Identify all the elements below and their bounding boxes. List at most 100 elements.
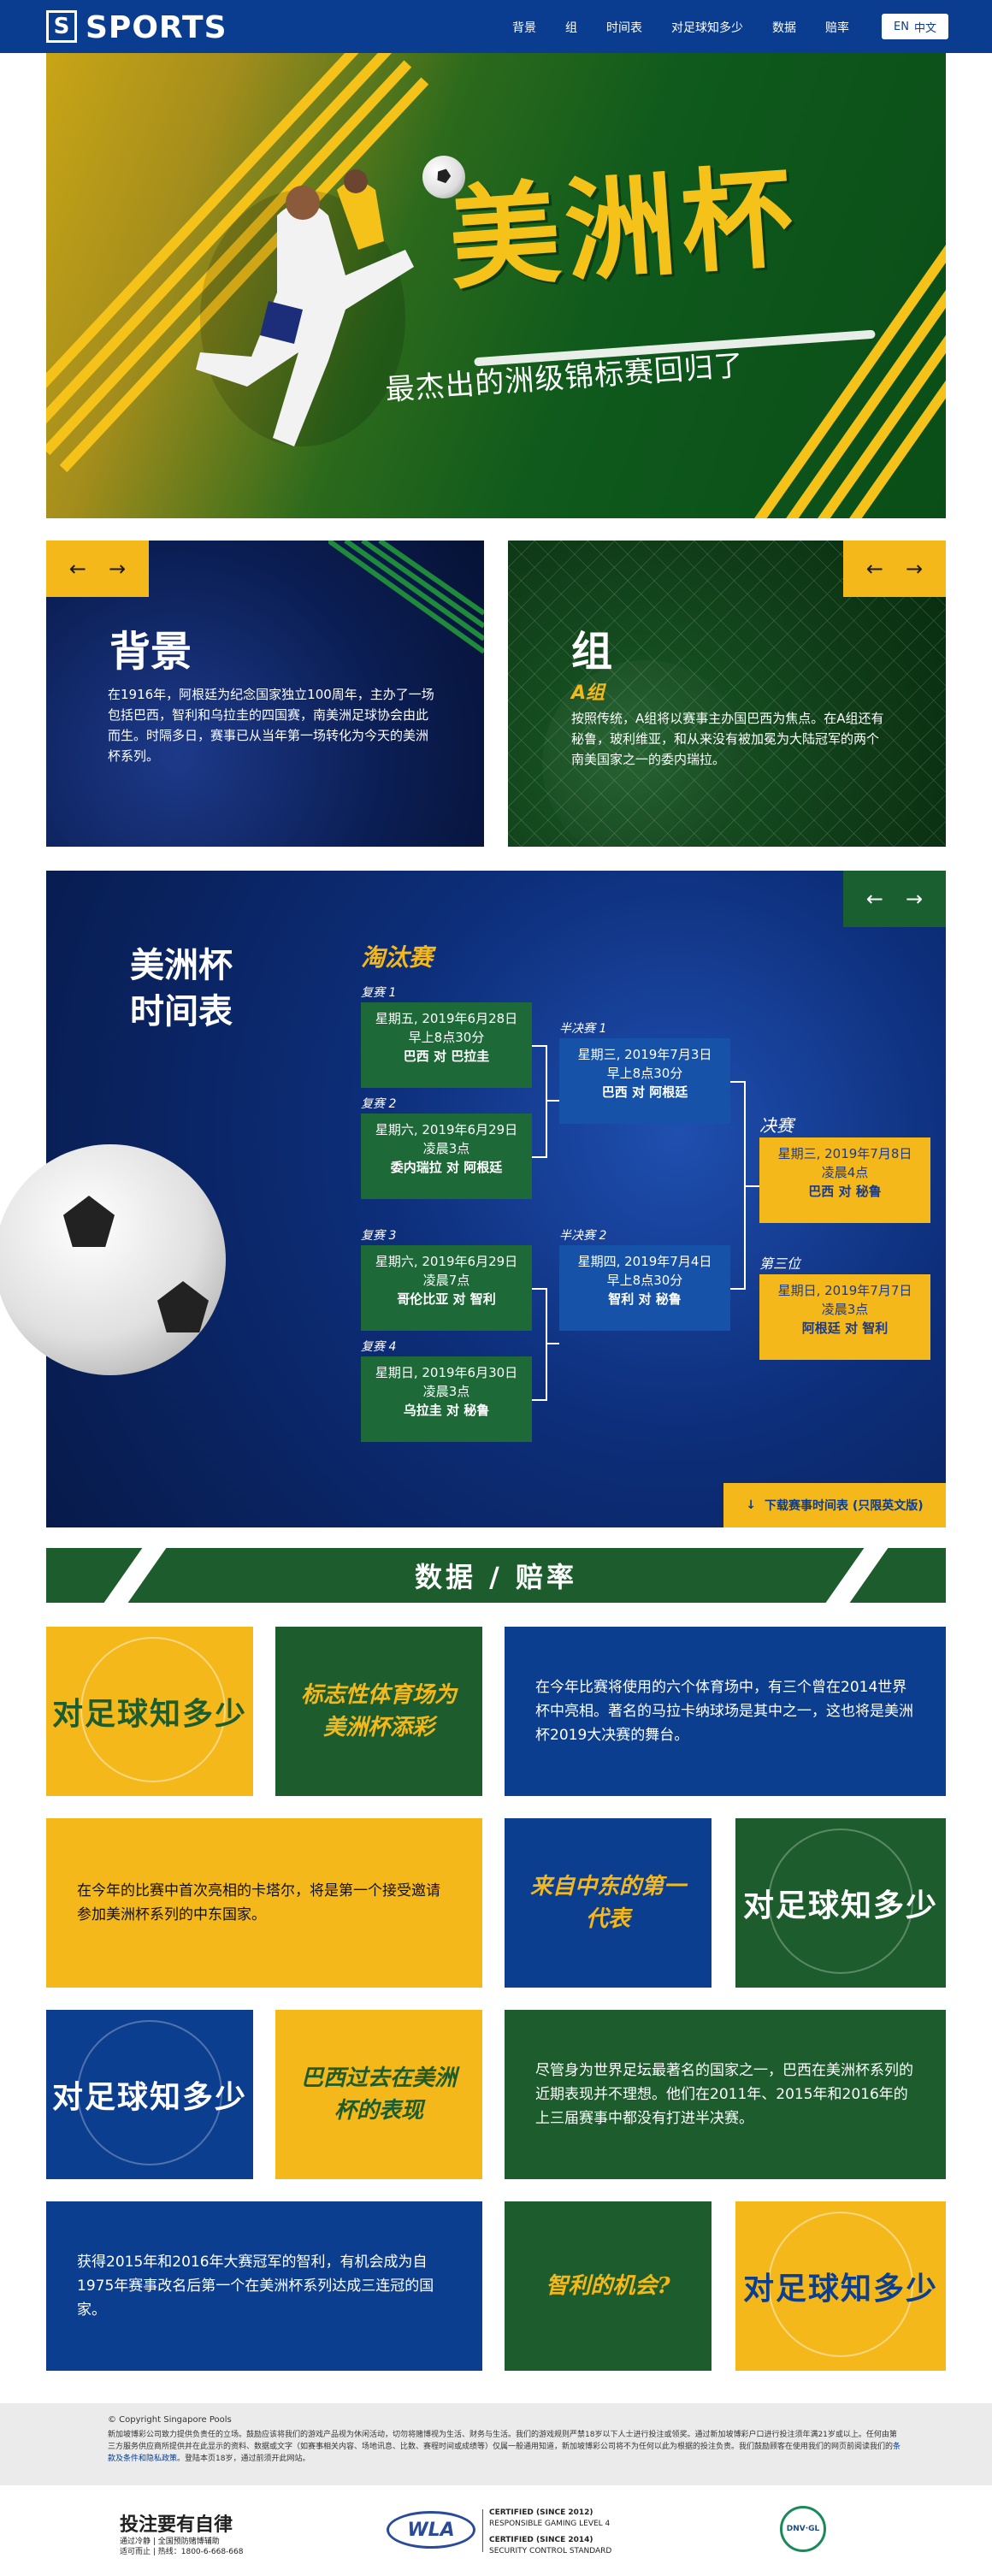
arrow-left-icon[interactable]: ← [69, 557, 86, 581]
chile-text-tile: 获得2015年和2016年大赛冠军的智利，有机会成为自1975年赛事改名后第一个… [46, 2201, 482, 2371]
nav-links: 背景 组 时间表 对足球知多少 数据 赔率 [498, 19, 864, 36]
schedule-title-line1: 美洲杯 [130, 945, 233, 985]
arrow-left-icon[interactable]: ← [866, 557, 883, 581]
nav-link-background[interactable]: 背景 [498, 19, 551, 36]
top-nav: S SPORTS 背景 组 时间表 对足球知多少 数据 赔率 EN 中文 [0, 0, 992, 53]
nav-link-schedule[interactable]: 时间表 [592, 19, 657, 36]
match-date: 星期五, 2019年6月28日 [375, 1011, 518, 1026]
stadium-title-tile: 标志性体育场为美洲杯添彩 [275, 1627, 482, 1796]
tile-title: 智利的机会? [546, 2273, 670, 2299]
lang-zh[interactable]: 中文 [914, 19, 936, 35]
carousel-arrows: ← → [843, 541, 946, 597]
tile-title: 标志性体育场为美洲杯添彩 [300, 1682, 457, 1740]
match-teams: 委内瑞拉 对 阿根廷 [390, 1160, 503, 1175]
chile-title-tile: 智利的机会? [505, 2201, 712, 2371]
arrow-left-icon[interactable]: ← [866, 887, 883, 911]
lang-en[interactable]: EN [894, 21, 909, 33]
match-date: 星期三, 2019年7月3日 [577, 1047, 712, 1062]
tile-title: 巴西过去在美洲杯的表现 [300, 2065, 457, 2124]
download-schedule-button[interactable]: ↓ 下载赛事时间表 (只限英文版) [723, 1483, 946, 1527]
middle-east-title-tile: 来自中东的第一代表 [505, 1818, 712, 1988]
banner-slash [103, 1548, 167, 1603]
round-label: 半决赛 1 [559, 1022, 607, 1036]
round-label: 复赛 3 [361, 1229, 397, 1243]
quiz-tile[interactable]: 对足球知多少 [46, 1627, 253, 1796]
match-time: 早上8点30分 [408, 1030, 485, 1045]
bracket-line [532, 1156, 546, 1158]
arrow-right-icon[interactable]: → [906, 887, 923, 911]
bracket-line [546, 1045, 547, 1158]
carousel-arrows: ← → [46, 541, 149, 597]
tile-text: 获得2015年和2016年大赛冠军的智利，有机会成为自1975年赛事改名后第一个… [77, 2254, 434, 2319]
stripes-decoration [328, 541, 484, 654]
bracket-line [730, 1081, 744, 1083]
schedule-title-line2: 时间表 [130, 991, 233, 1031]
nav-link-groups[interactable]: 组 [551, 19, 592, 36]
singapore-pools-logo-icon[interactable]: S [46, 10, 77, 43]
background-heading: 背景 [109, 628, 192, 676]
stadium-text-tile: 在今年比赛将使用的六个体育场中，有三个曾在2014世界杯中亮相。著名的马拉卡纳球… [505, 1627, 946, 1796]
responsible-gambling-title: 投注要有自律 [120, 2514, 233, 2536]
group-subheading: A组 [571, 682, 605, 704]
stats-odds-banner: 数据 / 赔率 [46, 1548, 946, 1603]
language-switch: EN 中文 [882, 14, 948, 39]
download-icon: ↓ [746, 1498, 757, 1512]
wla-logo-icon[interactable]: WLA [387, 2511, 475, 2549]
match-card: 星期六, 2019年6月29日 凌晨3点 委内瑞拉 对 阿根廷 [361, 1114, 532, 1199]
cert2: CERTIFIED (SINCE 2014) [489, 2536, 593, 2544]
helpline-line1: 通过冷静 | 全国预防赌博辅助 [120, 2538, 220, 2546]
brand-name[interactable]: SPORTS [86, 10, 227, 45]
match-teams: 巴西 对 巴拉圭 [403, 1049, 490, 1064]
quiz-tile[interactable]: 对足球知多少 [735, 1818, 946, 1988]
match-card: 星期三, 2019年7月3日 早上8点30分 巴西 对 阿根廷 [559, 1038, 730, 1124]
match-teams: 哥伦比亚 对 智利 [397, 1291, 496, 1307]
match-date: 星期四, 2019年7月4日 [577, 1254, 712, 1269]
match-date: 星期日, 2019年7月7日 [777, 1283, 912, 1298]
match-time: 凌晨3点 [821, 1302, 869, 1317]
match-card: 星期五, 2019年6月28日 早上8点30分 巴西 对 巴拉圭 [361, 1002, 532, 1088]
match-card: 星期六, 2019年6月29日 凌晨7点 哥伦比亚 对 智利 [361, 1245, 532, 1331]
divider [482, 2509, 483, 2552]
banner-slash [825, 1548, 889, 1603]
match-teams: 乌拉圭 对 秘鲁 [403, 1403, 490, 1418]
bracket-line [730, 1288, 744, 1290]
background-text: 在1916年，阿根廷为纪念国家独立100周年，主办了一场包括巴西，智利和乌拉圭的… [108, 687, 434, 764]
quiz-tile[interactable]: 对足球知多少 [735, 2201, 946, 2371]
wla-name: WLA [407, 2519, 455, 2541]
cert1b: RESPONSIBLE GAMING LEVEL 4 [489, 2520, 611, 2528]
footer-badges: 投注要有自律 通过冷静 | 全国预防赌博辅助 适可而止 | 热线：1800-6-… [0, 2485, 992, 2576]
disclaimer-body: 新加坡博彩公司致力提供负责任的立场。鼓励应该将我们的游戏产品视为休闲活动，切勿将… [108, 2431, 897, 2451]
match-teams: 阿根廷 对 智利 [801, 1320, 889, 1336]
bracket-line [546, 1343, 559, 1344]
bracket-line [546, 1100, 559, 1102]
schedule-section: ← → 美洲杯 时间表 淘汰赛 复赛 1 星期五, 2019年6月28日 早上8… [0, 871, 946, 1527]
match-teams: 巴西 对 秘鲁 [808, 1184, 882, 1199]
quiz-label: 对足球知多少 [742, 1888, 938, 1923]
nav-link-stats[interactable]: 数据 [758, 19, 811, 36]
final-match-card: 星期三, 2019年7月8日 凌晨4点 巴西 对 秘鲁 [759, 1137, 930, 1223]
nav-link-quiz[interactable]: 对足球知多少 [657, 19, 758, 36]
nav-link-odds[interactable]: 赔率 [811, 19, 864, 36]
arrow-right-icon[interactable]: → [906, 557, 923, 581]
football-players-image [196, 169, 414, 446]
quiz-tile[interactable]: 对足球知多少 [46, 2010, 253, 2179]
round-label: 决赛 [759, 1115, 794, 1136]
group-panel: ← → 组 A组 按照传统，A组将以赛事主办国巴西为焦点。在A组还有秘鲁，玻利维… [508, 541, 946, 847]
round-label: 第三位 [759, 1256, 801, 1272]
tile-text: 尽管身为世界足坛最著名的国家之一，巴西在美洲杯系列的近期表现并不理想。他们在20… [535, 2062, 913, 2127]
qatar-text-tile: 在今年的比赛中首次亮相的卡塔尔，将是第一个接受邀请参加美洲杯系列的中东国家。 [46, 1818, 482, 1988]
football-image [0, 1144, 226, 1375]
dnv-gl-logo-icon[interactable]: DNV·GL [780, 2506, 826, 2552]
bracket-line [532, 1045, 546, 1047]
stats-odds-title[interactable]: 数据 / 赔率 [415, 1556, 577, 1595]
match-card: 星期日, 2019年6月30日 凌晨3点 乌拉圭 对 秘鲁 [361, 1356, 532, 1442]
bracket-line [744, 1185, 759, 1187]
hero-banner: 美洲杯 最杰出的洲级锦标赛回归了 [46, 53, 946, 518]
group-heading: 组 [571, 628, 613, 676]
arrow-right-icon[interactable]: → [109, 557, 126, 581]
tile-title: 来自中东的第一代表 [529, 1874, 686, 1932]
third-place-match-card: 星期日, 2019年7月7日 凌晨3点 阿根廷 对 智利 [759, 1274, 930, 1360]
quiz-label: 对足球知多少 [51, 2079, 247, 2115]
match-date: 星期六, 2019年6月29日 [375, 1254, 518, 1269]
match-time: 凌晨3点 [422, 1141, 470, 1156]
